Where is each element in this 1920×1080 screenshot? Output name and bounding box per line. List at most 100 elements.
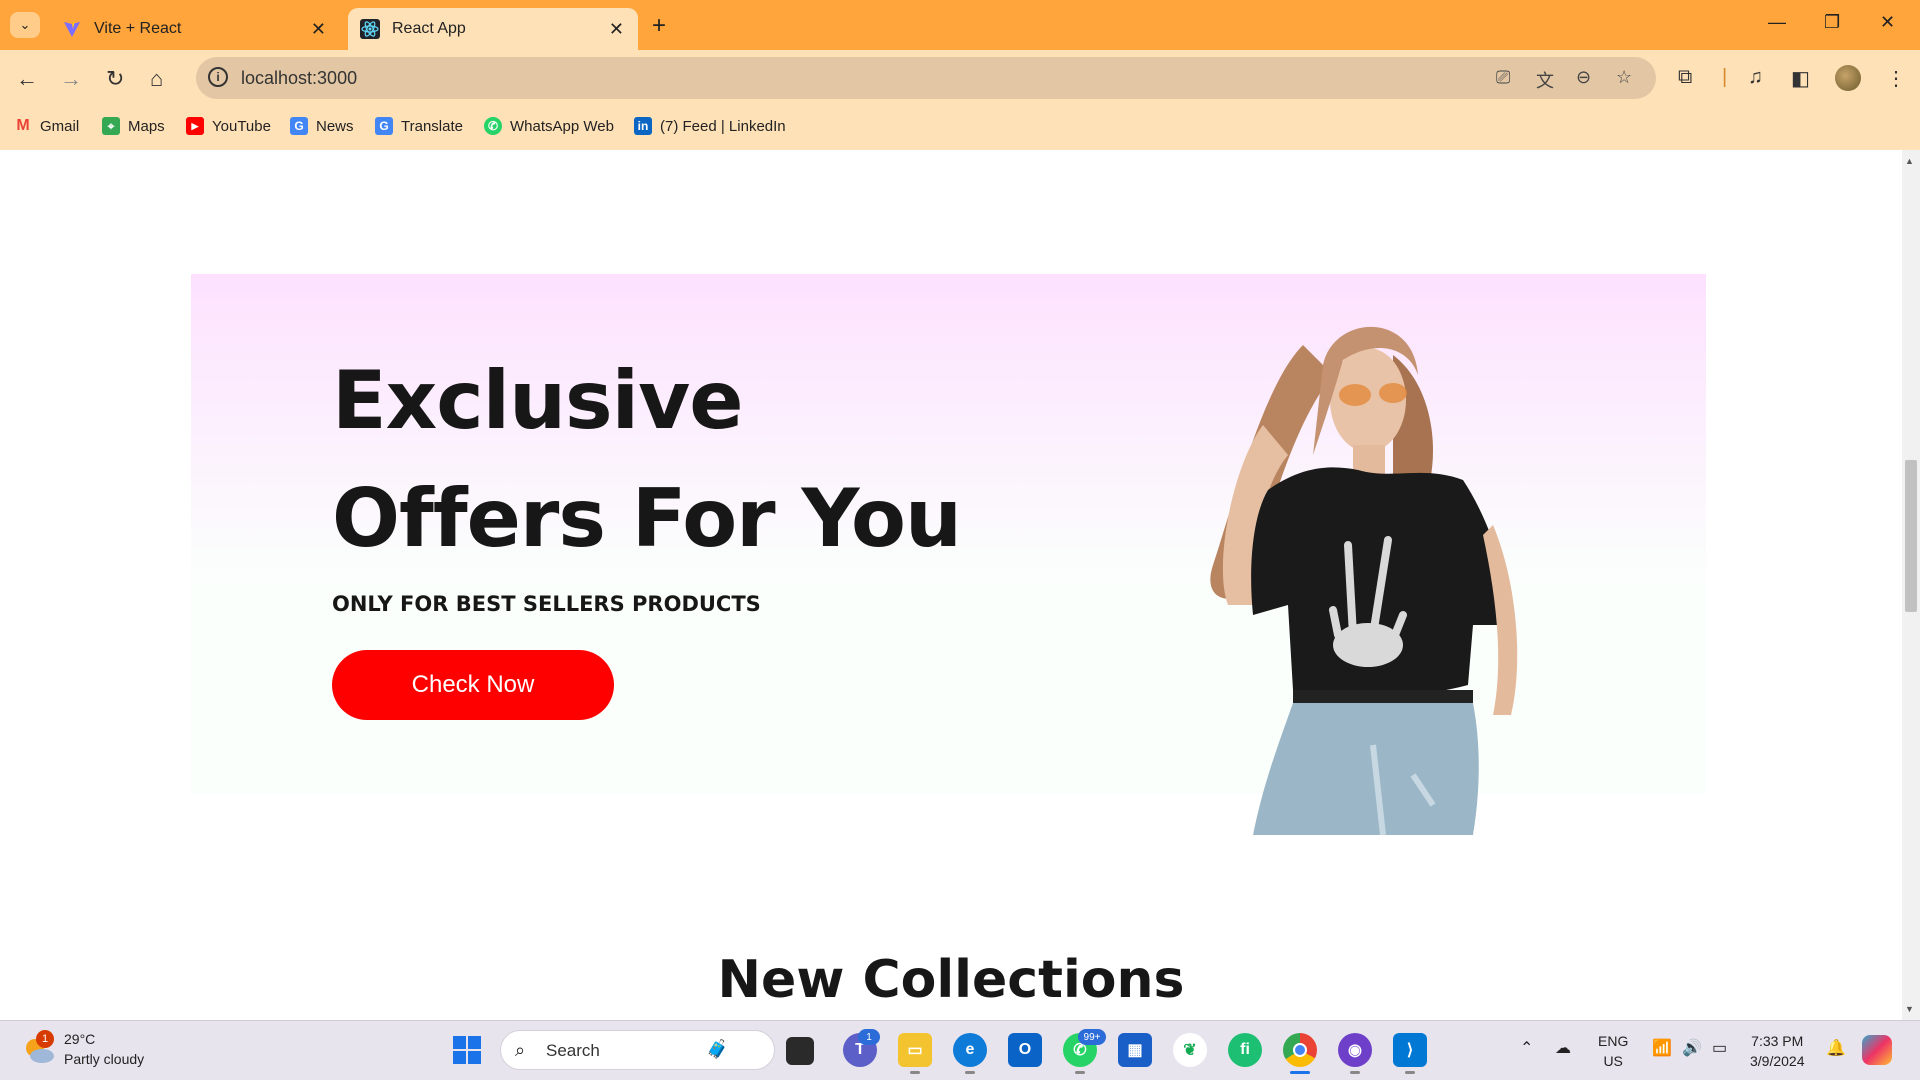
whatsapp-icon: ✆ xyxy=(484,117,502,135)
copilot-icon[interactable] xyxy=(1862,1035,1892,1065)
tray-overflow-chevron-icon[interactable]: ⌃ xyxy=(1520,1039,1533,1059)
running-indicator xyxy=(965,1071,975,1074)
onedrive-icon[interactable]: ☁ xyxy=(1555,1039,1571,1059)
clock[interactable]: 7:33 PM 3/9/2024 xyxy=(1750,1031,1805,1071)
browser-toolbar: ← → ↻ ⌂ i localhost:3000 ⎚ 文 ⊖ ☆ ⧉ | ♫ ◧… xyxy=(0,50,1920,108)
weather-badge: 1 xyxy=(36,1030,54,1048)
running-indicator xyxy=(1350,1071,1360,1074)
wifi-icon[interactable]: 📶 xyxy=(1652,1039,1672,1059)
active-indicator xyxy=(1290,1071,1310,1074)
vite-icon xyxy=(62,19,82,39)
running-indicator xyxy=(1075,1071,1085,1074)
bookmark-label: YouTube xyxy=(212,117,271,135)
tab-title: Vite + React xyxy=(94,20,182,37)
news-icon: G xyxy=(290,117,308,135)
running-indicator xyxy=(910,1071,920,1074)
forward-arrow-icon[interactable]: → xyxy=(60,66,82,92)
site-info-icon[interactable]: i xyxy=(208,67,228,87)
battery-icon[interactable]: ▭ xyxy=(1712,1039,1727,1059)
search-icon: ⌕ xyxy=(515,1040,526,1060)
search-placeholder: Search xyxy=(546,1041,600,1060)
reload-icon[interactable]: ↻ xyxy=(106,66,124,92)
lang-primary: ENG xyxy=(1598,1033,1629,1049)
weather-temp: 29°C xyxy=(64,1031,96,1047)
hero-title-line1: Exclusive xyxy=(332,354,743,447)
translate-icon: G xyxy=(375,117,393,135)
page-viewport: Exclusive Offers For You ONLY FOR BEST S… xyxy=(0,150,1902,1020)
close-icon[interactable]: ✕ xyxy=(311,19,326,40)
tab-search-button[interactable]: ⌄ xyxy=(10,12,40,38)
mongodb-icon[interactable]: ❦ xyxy=(1173,1033,1207,1067)
scrollbar-thumb[interactable] xyxy=(1905,460,1917,612)
window-close-icon[interactable]: ✕ xyxy=(1880,12,1895,33)
github-desktop-icon[interactable]: ◉ xyxy=(1338,1033,1372,1067)
vscode-icon[interactable]: ⟩ xyxy=(1393,1033,1427,1067)
tab-title: React App xyxy=(392,20,466,37)
bookmark-star-icon[interactable]: ☆ xyxy=(1616,67,1632,88)
restore-icon[interactable]: ❐ xyxy=(1824,12,1840,33)
new-tab-plus-icon[interactable]: + xyxy=(652,12,666,40)
notification-bell-icon[interactable]: 🔔 xyxy=(1826,1039,1846,1059)
chevron-down-icon: ⌄ xyxy=(19,17,31,32)
bookmark-label: News xyxy=(316,117,354,135)
bookmark-maps[interactable]: ⌖ Maps xyxy=(102,117,165,135)
address-bar[interactable]: i localhost:3000 ⎚ 文 ⊖ ☆ xyxy=(196,57,1656,99)
bookmark-gmail[interactable]: M Gmail xyxy=(14,117,79,135)
edge-icon[interactable]: e xyxy=(953,1033,987,1067)
bookmark-news[interactable]: G News xyxy=(290,117,354,135)
file-explorer-icon[interactable]: ▭ xyxy=(898,1033,932,1067)
tab-react-app[interactable]: React App ✕ xyxy=(348,8,638,50)
running-indicator xyxy=(1405,1071,1415,1074)
ms-store-icon[interactable]: ▦ xyxy=(1118,1033,1152,1067)
check-now-button[interactable]: Check Now xyxy=(332,650,614,720)
chrome-icon[interactable] xyxy=(1283,1033,1317,1067)
minimize-icon[interactable]: — xyxy=(1768,12,1786,33)
extensions-icon[interactable]: ⧉ xyxy=(1678,66,1692,89)
bookmark-linkedin[interactable]: in (7) Feed | LinkedIn xyxy=(634,117,786,135)
home-icon[interactable]: ⌂ xyxy=(150,66,163,92)
bookmark-label: WhatsApp Web xyxy=(510,117,614,135)
windows-taskbar: 1 29°C Partly cloudy ⌕ Search 🧳 T 1 ▭ e … xyxy=(0,1020,1920,1080)
clock-time: 7:33 PM xyxy=(1751,1033,1804,1049)
maps-icon: ⌖ xyxy=(102,117,120,135)
hero-model-image xyxy=(1210,326,1518,835)
weather-desc: Partly cloudy xyxy=(64,1051,145,1067)
profile-avatar[interactable] xyxy=(1835,65,1861,91)
translate-icon[interactable]: 文 xyxy=(1536,67,1554,93)
zoom-icon[interactable]: ⊖ xyxy=(1576,67,1591,88)
tab-vite-react[interactable]: Vite + React ✕ xyxy=(50,8,340,50)
bookmark-translate[interactable]: G Translate xyxy=(375,117,463,135)
bookmark-label: Translate xyxy=(401,117,463,135)
taskbar-search[interactable]: ⌕ Search 🧳 xyxy=(500,1030,775,1070)
media-control-icon[interactable]: ♫ xyxy=(1748,66,1763,89)
clock-date: 3/9/2024 xyxy=(1750,1053,1805,1069)
more-menu-icon[interactable]: ⋮ xyxy=(1886,66,1906,91)
weather-widget[interactable]: 1 29°C Partly cloudy xyxy=(22,1029,144,1069)
task-view-icon[interactable] xyxy=(786,1037,814,1065)
back-arrow-icon[interactable]: ← xyxy=(16,66,38,92)
teams-badge: 1 xyxy=(858,1029,880,1045)
search-highlight-icon: 🧳 xyxy=(706,1039,729,1059)
outlook-icon[interactable]: O xyxy=(1008,1033,1042,1067)
bookmark-label: (7) Feed | LinkedIn xyxy=(660,117,786,135)
fiverr-icon[interactable]: fi xyxy=(1228,1033,1262,1067)
bookmark-whatsapp[interactable]: ✆ WhatsApp Web xyxy=(484,117,614,135)
linkedin-icon: in xyxy=(634,117,652,135)
close-icon[interactable]: ✕ xyxy=(609,19,624,40)
whatsapp-badge: 99+ xyxy=(1078,1029,1106,1045)
url-text[interactable]: localhost:3000 xyxy=(241,68,357,89)
language-indicator[interactable]: ENG US xyxy=(1598,1031,1628,1071)
tab-strip: ⌄ Vite + React ✕ React App ✕ + — ❐ ✕ xyxy=(0,0,1920,50)
volume-icon[interactable]: 🔊 xyxy=(1682,1039,1702,1059)
install-app-icon[interactable]: ⎚ xyxy=(1496,67,1510,88)
bookmark-label: Maps xyxy=(128,117,165,135)
bookmark-youtube[interactable]: ▶ YouTube xyxy=(186,117,271,135)
scroll-up-icon[interactable]: ▲ xyxy=(1905,156,1914,166)
hero-subtitle: ONLY FOR BEST SELLERS PRODUCTS xyxy=(332,592,761,616)
side-panel-icon[interactable]: ◧ xyxy=(1791,66,1810,91)
divider: | xyxy=(1722,66,1728,88)
youtube-icon: ▶ xyxy=(186,117,204,135)
scroll-down-icon[interactable]: ▼ xyxy=(1905,1004,1914,1014)
lang-secondary: US xyxy=(1603,1053,1623,1069)
windows-start-icon[interactable] xyxy=(450,1033,484,1067)
